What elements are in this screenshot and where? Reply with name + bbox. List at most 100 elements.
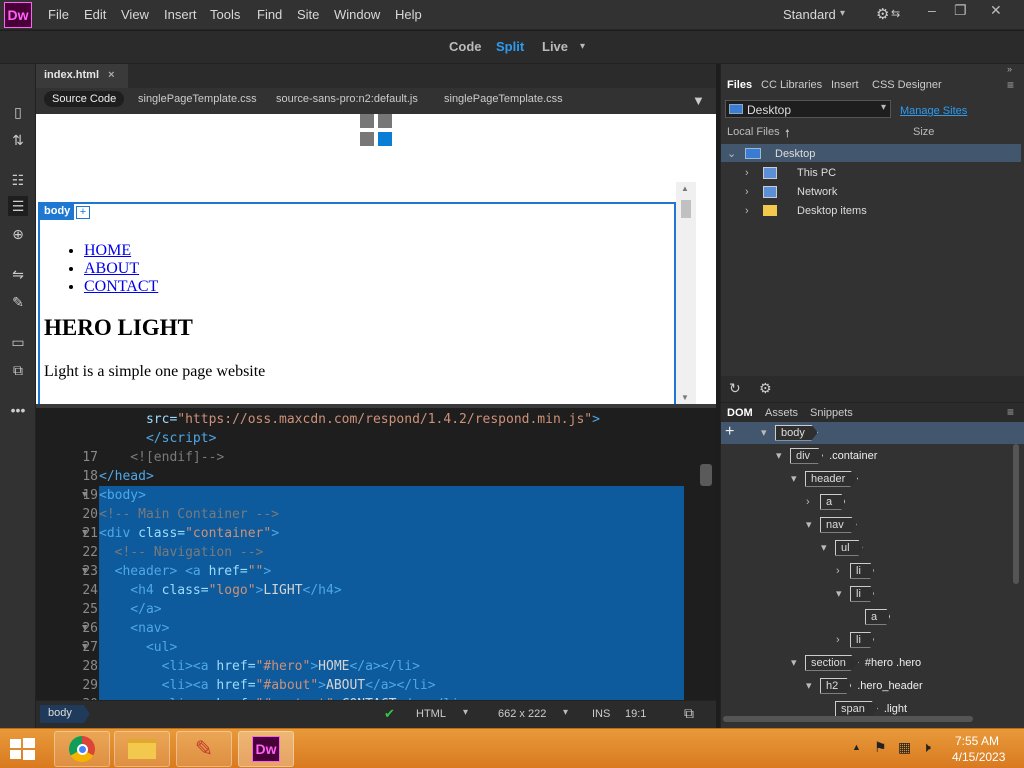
- menu-file[interactable]: File: [48, 7, 69, 22]
- chevron-down-icon[interactable]: ▾: [791, 472, 805, 485]
- code-line[interactable]: 24 <h4 class="logo">LIGHT</h4>: [36, 581, 716, 600]
- menu-site[interactable]: Site: [297, 7, 319, 22]
- dom-tree-row[interactable]: ▾ section #hero .hero: [791, 653, 921, 672]
- flag-icon[interactable]: ⚑: [874, 739, 887, 756]
- dom-tag-label[interactable]: header: [805, 470, 859, 487]
- preview-icon[interactable]: ⧉: [684, 705, 694, 722]
- dom-tree-row[interactable]: › li: [836, 630, 874, 649]
- dom-tag-label[interactable]: a: [865, 608, 891, 625]
- chevron-right-icon[interactable]: ›: [836, 634, 850, 646]
- code-line[interactable]: 27 ▼ <ul>: [36, 638, 716, 657]
- menu-tools[interactable]: Tools: [210, 7, 240, 22]
- tag-selector[interactable]: body: [40, 705, 90, 723]
- dom-tree-row[interactable]: ▾ header: [791, 469, 859, 488]
- chevron-down-icon[interactable]: ▾: [806, 679, 820, 692]
- code-line[interactable]: 22 <!-- Navigation -->: [36, 543, 716, 562]
- tab-assets[interactable]: Assets: [765, 407, 798, 419]
- close-tab-icon[interactable]: ×: [108, 69, 114, 81]
- related-file-source-code[interactable]: Source Code: [44, 91, 125, 107]
- dom-tag-label[interactable]: body: [775, 424, 818, 441]
- wrap-tag-icon[interactable]: ⇋: [8, 264, 28, 284]
- open-documents-icon[interactable]: ▯: [8, 102, 28, 122]
- code-line[interactable]: 19 ▼ <body>: [36, 486, 716, 505]
- volume-muted-icon[interactable]: 🕨: [922, 739, 931, 756]
- tab-files[interactable]: Files: [727, 79, 752, 91]
- code-line[interactable]: </script>: [36, 429, 716, 448]
- dom-tag-label[interactable]: div: [790, 447, 824, 464]
- minimize-icon[interactable]: –: [928, 2, 936, 18]
- chevron-down-icon[interactable]: ▾: [791, 656, 805, 669]
- split-view-button[interactable]: Split: [496, 39, 524, 54]
- dom-tag-label[interactable]: li: [850, 562, 874, 579]
- code-line[interactable]: 26 ▼ <nav>: [36, 619, 716, 638]
- dom-tree-row[interactable]: › a: [806, 492, 846, 511]
- chevron-down-icon[interactable]: ▾: [776, 449, 790, 462]
- panel-menu-icon[interactable]: ≡: [1007, 405, 1014, 419]
- manage-sites-link[interactable]: Manage Sites: [900, 105, 967, 117]
- code-line[interactable]: 20 <!-- Main Container -->: [36, 505, 716, 524]
- element-hud-tag[interactable]: body: [40, 204, 75, 220]
- format-source-icon[interactable]: ☰: [8, 196, 28, 216]
- menu-window[interactable]: Window: [334, 7, 380, 22]
- dom-tag-label[interactable]: a: [820, 493, 846, 510]
- add-element-icon[interactable]: +: [725, 423, 734, 441]
- related-file-css[interactable]: singlePageTemplate.css: [138, 93, 257, 105]
- code-view-button[interactable]: Code: [449, 39, 482, 54]
- tab-snippets[interactable]: Snippets: [810, 407, 853, 419]
- dom-tag-label[interactable]: li: [850, 631, 874, 648]
- inspect-icon[interactable]: ⊕: [8, 224, 28, 244]
- chevron-down-icon[interactable]: ▾: [563, 707, 568, 718]
- live-code-icon[interactable]: ☷: [8, 170, 28, 190]
- connect-icon[interactable]: ⚙: [759, 380, 772, 397]
- local-files-header[interactable]: Local Files: [727, 126, 780, 138]
- workspace-switcher[interactable]: Standard: [783, 7, 836, 22]
- dom-tag-label[interactable]: li: [850, 585, 874, 602]
- explorer-taskbar-button[interactable]: [114, 731, 170, 767]
- close-icon[interactable]: ✕: [990, 2, 1002, 19]
- code-line[interactable]: 18 </head>: [36, 467, 716, 486]
- code-line[interactable]: 25 </a>: [36, 600, 716, 619]
- file-tree-row[interactable]: › Network: [745, 182, 837, 201]
- chevron-down-icon[interactable]: ▾: [580, 41, 585, 52]
- dom-tree-row[interactable]: ▾ nav: [806, 515, 857, 534]
- nav-link-about[interactable]: ABOUT: [84, 260, 139, 277]
- chevron-down-icon[interactable]: ▾: [806, 518, 820, 531]
- tab-insert[interactable]: Insert: [831, 79, 859, 91]
- menu-insert[interactable]: Insert: [164, 7, 197, 22]
- menu-view[interactable]: View: [121, 7, 149, 22]
- chevron-down-icon[interactable]: ▾: [821, 541, 835, 554]
- size-header[interactable]: Size: [913, 126, 934, 138]
- live-view-scrollbar[interactable]: ▲ ▼: [676, 182, 696, 404]
- related-file-css-2[interactable]: singlePageTemplate.css: [444, 93, 563, 105]
- dom-tree-row[interactable]: ▾ li: [836, 584, 874, 603]
- clock-date[interactable]: 4/15/2023: [952, 750, 1005, 764]
- code-line[interactable]: 17 <![endif]-->: [36, 448, 716, 467]
- dom-tree-row[interactable]: ▾ body: [761, 423, 818, 442]
- dom-hscrollbar-thumb[interactable]: [723, 716, 973, 722]
- more-tools-icon[interactable]: •••: [8, 400, 28, 420]
- live-view[interactable]: ▲ ▼ body + HOME ABOUT CONTACT HERO LIGHT…: [36, 114, 716, 404]
- collapse-panel-icon[interactable]: »: [1007, 64, 1012, 74]
- file-tree-row[interactable]: › This PC: [745, 163, 836, 182]
- tray-up-icon[interactable]: ▲: [852, 742, 861, 752]
- dom-tag-label[interactable]: span: [835, 700, 878, 717]
- dom-tag-label[interactable]: h2: [820, 677, 852, 694]
- dom-tree-row[interactable]: ▾ h2 .hero_header: [806, 676, 923, 695]
- window-size-select[interactable]: 662 x 222: [498, 708, 546, 720]
- filter-icon[interactable]: ▼: [692, 93, 705, 108]
- restore-icon[interactable]: ❐: [954, 2, 967, 19]
- chevron-right-icon[interactable]: ›: [836, 565, 850, 577]
- code-line[interactable]: src="https://oss.maxcdn.com/respond/1.4.…: [36, 410, 716, 429]
- menu-help[interactable]: Help: [395, 7, 422, 22]
- file-tree-row[interactable]: › Desktop items: [745, 201, 867, 220]
- nav-link-home[interactable]: HOME: [84, 242, 131, 259]
- code-line[interactable]: 28 <li><a href="#hero">HOME</a></li>: [36, 657, 716, 676]
- chevron-down-icon[interactable]: ▾: [840, 8, 845, 19]
- dom-tag-label[interactable]: ul: [835, 539, 863, 556]
- dom-tree-row[interactable]: a: [851, 607, 891, 626]
- dropper-icon[interactable]: ✎: [8, 292, 28, 312]
- dom-scrollbar-thumb[interactable]: [1013, 444, 1019, 584]
- code-scrollbar-thumb[interactable]: [700, 464, 712, 486]
- code-editor[interactable]: src="https://oss.maxcdn.com/respond/1.4.…: [36, 404, 716, 714]
- fold-toggle-icon[interactable]: ▼: [82, 562, 87, 581]
